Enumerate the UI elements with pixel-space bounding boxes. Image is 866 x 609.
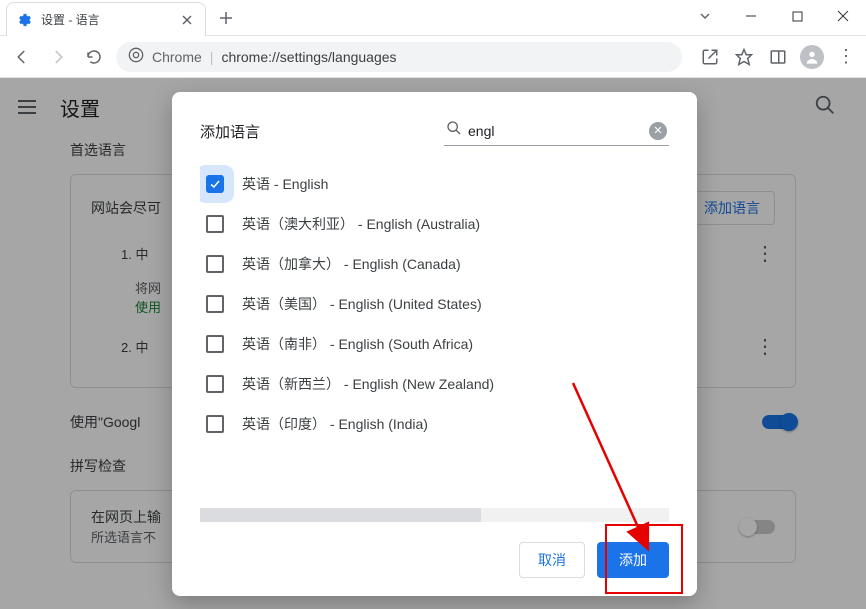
language-option-label: 英语（印度） - English (India) (242, 414, 428, 434)
address-bar[interactable]: Chrome | chrome://settings/languages (116, 42, 682, 72)
new-tab-button[interactable] (212, 4, 240, 32)
checkbox-icon[interactable] (206, 375, 224, 393)
close-window-button[interactable] (820, 0, 866, 32)
reload-button[interactable] (80, 43, 108, 71)
checkbox-icon[interactable] (206, 255, 224, 273)
language-option-label: 英语 - English (242, 174, 328, 194)
language-option-label: 英语（澳大利亚） - English (Australia) (242, 214, 480, 234)
bookmark-star-icon[interactable] (732, 45, 756, 69)
url-origin: Chrome (152, 49, 202, 65)
language-option[interactable]: 英语（美国） - English (United States) (200, 284, 661, 324)
language-option[interactable]: 英语（新西兰） - English (New Zealand) (200, 364, 661, 404)
checkbox-icon[interactable] (206, 415, 224, 433)
cancel-button[interactable]: 取消 (519, 542, 585, 578)
dialog-title: 添加语言 (200, 121, 260, 142)
language-option-label: 英语（南非） - English (South Africa) (242, 334, 473, 354)
add-language-dialog: 添加语言 ✕ 英语 - English 英语（澳大利亚） - English (A… (172, 92, 697, 596)
add-button[interactable]: 添加 (597, 542, 669, 578)
minimize-button[interactable] (728, 0, 774, 32)
language-option[interactable]: 英语（印度） - English (India) (200, 404, 661, 444)
chrome-icon (128, 47, 144, 66)
gear-icon (17, 12, 33, 28)
tab-close-icon[interactable] (179, 12, 195, 28)
language-option[interactable]: 英语（澳大利亚） - English (Australia) (200, 204, 661, 244)
url-separator: | (210, 49, 214, 65)
checkbox-icon[interactable] (206, 335, 224, 353)
browser-toolbar: Chrome | chrome://settings/languages ⋮ (0, 36, 866, 78)
checkbox-icon[interactable] (206, 215, 224, 233)
titlebar: 设置 - 语言 (0, 0, 866, 36)
window-controls (682, 0, 866, 32)
language-option-label: 英语（加拿大） - English (Canada) (242, 254, 461, 274)
checkbox-checked-icon[interactable] (206, 175, 224, 193)
dialog-search-input[interactable] (468, 123, 649, 139)
language-options-list[interactable]: 英语 - English 英语（澳大利亚） - English (Australi… (200, 164, 669, 504)
chevron-down-icon[interactable] (682, 0, 728, 32)
tab-title: 设置 - 语言 (41, 11, 179, 28)
language-option[interactable]: 英语（加拿大） - English (Canada) (200, 244, 661, 284)
dialog-search-field[interactable]: ✕ (444, 116, 669, 146)
search-icon (446, 120, 462, 141)
profile-avatar[interactable] (800, 45, 824, 69)
checkbox-icon[interactable] (206, 295, 224, 313)
language-option-label: 英语（新西兰） - English (New Zealand) (242, 374, 494, 394)
browser-tab[interactable]: 设置 - 语言 (6, 2, 206, 36)
forward-button[interactable] (44, 43, 72, 71)
panel-icon[interactable] (766, 45, 790, 69)
language-option[interactable]: 英语（南非） - English (South Africa) (200, 324, 661, 364)
language-option[interactable]: 英语 - English (200, 164, 661, 204)
clear-search-icon[interactable]: ✕ (649, 122, 667, 140)
back-button[interactable] (8, 43, 36, 71)
language-option-label: 英语（美国） - English (United States) (242, 294, 482, 314)
url-text: chrome://settings/languages (221, 49, 396, 65)
maximize-button[interactable] (774, 0, 820, 32)
horizontal-scrollbar[interactable] (200, 508, 669, 522)
share-icon[interactable] (698, 45, 722, 69)
kebab-menu-icon[interactable]: ⋮ (834, 45, 858, 69)
